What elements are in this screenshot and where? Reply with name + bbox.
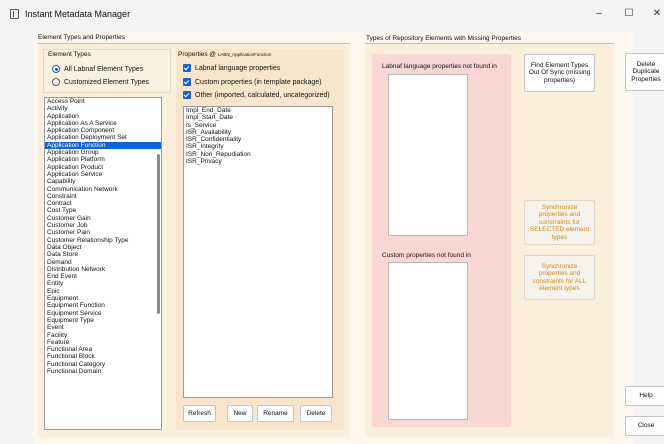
find-out-of-sync-button[interactable]: Find Element Types Out Of Sync (missing … (524, 54, 595, 92)
element-type-item[interactable]: Entity (45, 280, 161, 287)
check-other-label: Other (imported, calculated, uncategoriz… (195, 91, 330, 99)
property-item[interactable]: ISR_Integrity (184, 143, 332, 150)
element-type-item[interactable]: Application Platform (45, 156, 161, 163)
property-item[interactable]: Impl_End_Date (184, 107, 332, 114)
element-type-item[interactable]: Facility (45, 332, 161, 339)
radio-all-labnaf[interactable]: All Labnaf Element Types (52, 65, 143, 73)
element-type-item[interactable]: Application (45, 113, 161, 120)
element-type-item[interactable]: Application Function (45, 141, 161, 150)
scrollbar-thumb[interactable] (157, 154, 160, 314)
rename-button[interactable]: Rename (257, 405, 294, 422)
missing-group-label: Types of Repository Elements with Missin… (366, 35, 521, 42)
element-type-item[interactable]: Equipment Service (45, 310, 161, 317)
close-window-button[interactable]: ✕ (642, 4, 664, 24)
radio-customized[interactable]: Customized Element Types (52, 78, 149, 86)
labnaf-not-found-label: Labnaf language properties not found in (382, 63, 497, 70)
element-type-item[interactable]: Activity (45, 105, 161, 112)
element-type-item[interactable]: Application Component (45, 127, 161, 134)
radio-all-label: All Labnaf Element Types (64, 65, 144, 73)
radio-custom-label: Customized Element Types (64, 78, 150, 86)
element-type-item[interactable]: Distribution Network (45, 266, 161, 273)
element-type-item[interactable]: Application As A Service (45, 120, 161, 127)
radio-button[interactable] (52, 78, 60, 86)
app-icon (10, 9, 19, 19)
element-type-item[interactable]: Customer Gain (45, 215, 161, 222)
check-custom-properties[interactable]: Custom properties (in template package) (183, 78, 321, 86)
element-type-item[interactable]: Functional Domain (45, 368, 161, 375)
radio-button[interactable] (52, 65, 60, 73)
labnaf-not-found-list[interactable] (388, 74, 468, 236)
element-type-item[interactable]: Equipment Function (45, 302, 161, 309)
check-custom-label: Custom properties (in template package) (195, 78, 322, 86)
element-type-item[interactable]: Equipment (45, 295, 161, 302)
element-type-item[interactable]: Application Group (45, 149, 161, 156)
element-type-item[interactable]: Cost Type (45, 207, 161, 214)
title-bar: Instant Metadata Manager – ☐ ✕ (0, 0, 664, 28)
custom-not-found-list[interactable] (388, 262, 468, 420)
element-type-item[interactable]: Functional Block (45, 353, 161, 360)
properties-list[interactable]: Impl_End_Date Impl_Start_Date Is_Service IS… (183, 106, 333, 398)
element-type-item[interactable]: Customer Job (45, 222, 161, 229)
close-button[interactable]: Close (625, 416, 664, 436)
delete-button[interactable]: Delete (300, 405, 332, 422)
new-button[interactable]: New (227, 405, 253, 422)
element-type-item[interactable]: Capability (45, 178, 161, 185)
delete-duplicate-properties-button[interactable]: Delete Duplicate Properties (625, 53, 664, 91)
checkbox[interactable] (183, 64, 191, 72)
maximize-button[interactable]: ☐ (614, 4, 644, 24)
element-type-item[interactable]: Data Object (45, 244, 161, 251)
property-item[interactable]: Is_Service (184, 122, 332, 129)
element-type-item[interactable]: Application Deployment Set (45, 134, 161, 141)
element-type-item[interactable]: Data Store (45, 251, 161, 258)
property-item[interactable]: Impl_Start_Date (184, 114, 332, 121)
element-type-item[interactable]: Customer Pain (45, 229, 161, 236)
check-labnaf-label: Labnaf language properties (195, 64, 281, 72)
element-type-item[interactable]: Application Service (45, 171, 161, 178)
element-types-list[interactable]: Access Point Activity Application Applicati… (44, 97, 162, 430)
check-labnaf-properties[interactable]: Labnaf language properties (183, 64, 280, 72)
help-button[interactable]: Help (625, 386, 664, 406)
element-type-item[interactable]: Equipment Type (45, 317, 161, 324)
element-types-group-label: Element Types and Properties (38, 34, 125, 41)
element-type-item[interactable]: Access Point (45, 98, 161, 105)
check-other-properties[interactable]: Other (imported, calculated, uncategoriz… (183, 91, 330, 99)
property-item[interactable]: ISR_Confidentiality (184, 136, 332, 143)
properties-group-label: Properties @ LABN_ApplicationFunction (178, 51, 272, 58)
refresh-button[interactable]: Refresh (183, 405, 216, 422)
property-item[interactable]: ISR_Privacy (184, 158, 332, 165)
checkbox[interactable] (183, 78, 191, 86)
element-type-item[interactable]: Contract (45, 200, 161, 207)
sync-selected-button[interactable]: Synchronize properties and constraints f… (524, 200, 595, 245)
window-title: Instant Metadata Manager (25, 9, 131, 19)
checkbox[interactable] (183, 91, 191, 99)
element-type-item[interactable]: Event (45, 324, 161, 331)
element-type-item[interactable]: Demand (45, 259, 161, 266)
element-type-item[interactable]: End Event (45, 273, 161, 280)
property-item[interactable]: ISR_Availability (184, 129, 332, 136)
element-type-item[interactable]: Application Product (45, 164, 161, 171)
custom-not-found-label: Custom properties not found in (382, 252, 471, 259)
element-type-item[interactable]: Epic (45, 288, 161, 295)
element-type-item[interactable]: Constraint (45, 193, 161, 200)
element-type-item[interactable]: Customer Relationship Type (45, 237, 161, 244)
sync-all-button[interactable]: Synchronize properties and constraints f… (524, 255, 595, 300)
minimize-button[interactable]: – (584, 4, 614, 24)
element-types-subgroup-label: Element Types (48, 51, 91, 58)
element-type-item[interactable]: Feature (45, 339, 161, 346)
element-type-item[interactable]: Functional Area (45, 346, 161, 353)
element-type-item[interactable]: Functional Category (45, 361, 161, 368)
element-type-item[interactable]: Communication Network (45, 186, 161, 193)
properties-context: LABN_ApplicationFunction (217, 52, 272, 57)
property-item[interactable]: ISR_Non_Repudiation (184, 151, 332, 158)
